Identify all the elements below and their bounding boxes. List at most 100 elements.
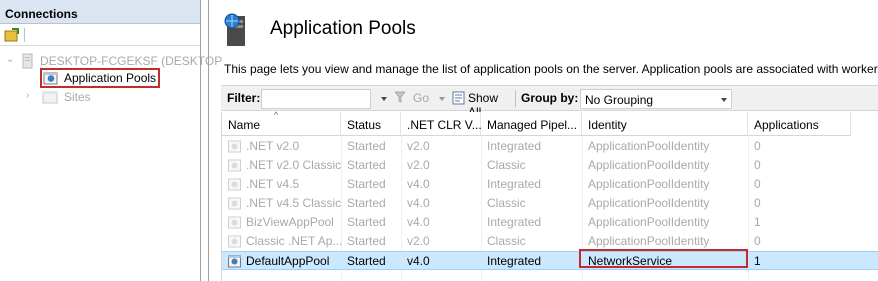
- toolbar-separator: [24, 28, 25, 42]
- connections-pane: Connections ⌄ DESKTOP-FCGEKSF (DESKTOP A…: [0, 0, 222, 281]
- cell-status: Started: [347, 254, 386, 268]
- app-pool-icon: [228, 196, 242, 210]
- table-row[interactable]: BizViewAppPool Started v4.0 Integrated Appli…: [222, 213, 878, 232]
- cell-apps: 0: [754, 158, 761, 172]
- column-header-pipeline[interactable]: Managed Pipel...: [481, 112, 582, 136]
- page-title: Application Pools: [270, 18, 416, 39]
- page-header: Application Pools: [209, 0, 878, 52]
- cell-pipeline: Integrated: [487, 139, 542, 153]
- cell-pipeline: Integrated: [487, 254, 542, 268]
- filter-dropdown-icon[interactable]: [381, 97, 387, 101]
- go-funnel-icon: [394, 91, 406, 106]
- table-row[interactable]: .NET v2.0 Classic Started v2.0 Classic Appli…: [222, 156, 878, 175]
- connections-title: Connections: [0, 0, 200, 24]
- app-pool-icon: [228, 234, 242, 248]
- cell-apps: 0: [754, 196, 761, 210]
- show-all-icon: [452, 91, 466, 108]
- app-pool-icon: [228, 177, 242, 191]
- cell-pipeline: Classic: [487, 158, 526, 172]
- column-header-name[interactable]: Name ^: [222, 110, 341, 136]
- cell-status: Started: [347, 158, 386, 172]
- cell-status: Started: [347, 177, 386, 191]
- cell-status: Started: [347, 139, 386, 153]
- cell-clr: v4.0: [407, 215, 430, 229]
- column-header-applications[interactable]: Applications: [748, 112, 851, 136]
- cell-clr: v4.0: [407, 177, 430, 191]
- table-row[interactable]: .NET v4.5 Started v4.0 Integrated Applicatio…: [222, 175, 878, 194]
- cell-status: Started: [347, 196, 386, 210]
- filterbar-separator: [515, 90, 516, 107]
- cell-status: Started: [347, 215, 386, 229]
- column-header-label: Identity: [588, 118, 627, 132]
- column-header-identity[interactable]: Identity: [582, 112, 748, 136]
- cell-name: .NET v2.0 Classic: [246, 158, 342, 172]
- cell-identity: ApplicationPoolIdentity: [588, 158, 710, 172]
- cell-clr: v2.0: [407, 158, 430, 172]
- column-header-label: Name: [228, 118, 261, 132]
- sites-icon: [42, 89, 58, 108]
- connections-toolbar: [0, 24, 200, 46]
- cell-identity: ApplicationPoolIdentity: [588, 234, 710, 248]
- app-pool-icon: [228, 215, 242, 229]
- column-header-label: .NET CLR V...: [407, 118, 482, 132]
- cell-name: .NET v4.5 Classic: [246, 196, 342, 210]
- column-header-label: Applications: [754, 118, 819, 132]
- app-pool-icon: [228, 254, 242, 268]
- go-button[interactable]: Go: [413, 91, 429, 105]
- highlight-box-identity: [579, 249, 748, 268]
- cell-name: .NET v2.0: [246, 139, 300, 153]
- collapse-chevron-icon[interactable]: ⌄: [6, 54, 14, 65]
- cell-status: Started: [347, 234, 386, 248]
- cell-pipeline: Integrated: [487, 177, 542, 191]
- column-header-label: Status: [347, 118, 382, 132]
- server-icon: [20, 53, 36, 72]
- tree-item-sites[interactable]: › Sites: [26, 88, 146, 106]
- column-header-status[interactable]: Status: [341, 112, 401, 136]
- table-row[interactable]: Classic .NET Ap... Started v2.0 Classic Appl…: [222, 232, 878, 251]
- app-pool-icon: [228, 139, 242, 153]
- cell-apps: 0: [754, 139, 761, 153]
- group-by-label: Group by:: [521, 91, 579, 105]
- page-description: This page lets you view and manage the l…: [224, 62, 878, 76]
- table-row[interactable]: .NET v2.0 Started v2.0 Integrated Applicatio…: [222, 137, 878, 156]
- connect-icon[interactable]: [4, 28, 20, 42]
- cell-apps: 0: [754, 177, 761, 191]
- cell-name: BizViewAppPool: [246, 215, 334, 229]
- cell-apps: 1: [754, 215, 761, 229]
- cell-identity: ApplicationPoolIdentity: [588, 139, 710, 153]
- cell-clr: v4.0: [407, 196, 430, 210]
- group-by-value: No Grouping: [585, 93, 654, 107]
- app-pools-table: Name ^ Status .NET CLR V... Managed Pipe…: [221, 110, 878, 281]
- cell-pipeline: Integrated: [487, 215, 542, 229]
- table-row[interactable]: DefaultAppPool Started v4.0 Integrated Netwo…: [222, 251, 878, 270]
- cell-clr: v2.0: [407, 139, 430, 153]
- application-pools-header-icon: [221, 12, 253, 51]
- cell-identity: ApplicationPoolIdentity: [588, 196, 710, 210]
- filter-input[interactable]: [261, 89, 371, 109]
- cell-apps: 1: [754, 254, 761, 268]
- highlight-box-app-pools: [40, 68, 160, 88]
- tree-item-label: Sites: [64, 90, 91, 104]
- cell-name: Classic .NET Ap...: [246, 234, 343, 248]
- app-pool-icon: [228, 158, 242, 172]
- column-header-clr-version[interactable]: .NET CLR V...: [401, 112, 482, 136]
- cell-clr: v2.0: [407, 234, 430, 248]
- cell-clr: v4.0: [407, 254, 430, 268]
- show-all-button[interactable]: Show All: [450, 87, 512, 119]
- cell-name: .NET v4.5: [246, 177, 300, 191]
- go-dropdown-icon[interactable]: [439, 97, 445, 101]
- cell-name: DefaultAppPool: [246, 254, 330, 268]
- server-node-label: DESKTOP-FCGEKSF (DESKTOP: [40, 54, 223, 68]
- sort-ascending-icon: ^: [274, 110, 279, 120]
- expand-chevron-icon[interactable]: ›: [26, 90, 29, 101]
- cell-identity: ApplicationPoolIdentity: [588, 215, 710, 229]
- cell-pipeline: Classic: [487, 234, 526, 248]
- cell-pipeline: Classic: [487, 196, 526, 210]
- cell-apps: 0: [754, 234, 761, 248]
- group-by-dropdown-icon: [721, 98, 727, 102]
- filter-bar: Filter: Go Show All Group by: No Groupin…: [221, 85, 878, 119]
- column-header-label: Managed Pipel...: [487, 118, 578, 132]
- main-pane: Application Pools This page lets you vie…: [208, 0, 878, 281]
- group-by-select[interactable]: No Grouping: [580, 89, 732, 109]
- table-row[interactable]: .NET v4.5 Classic Started v4.0 Classic Appli…: [222, 194, 878, 213]
